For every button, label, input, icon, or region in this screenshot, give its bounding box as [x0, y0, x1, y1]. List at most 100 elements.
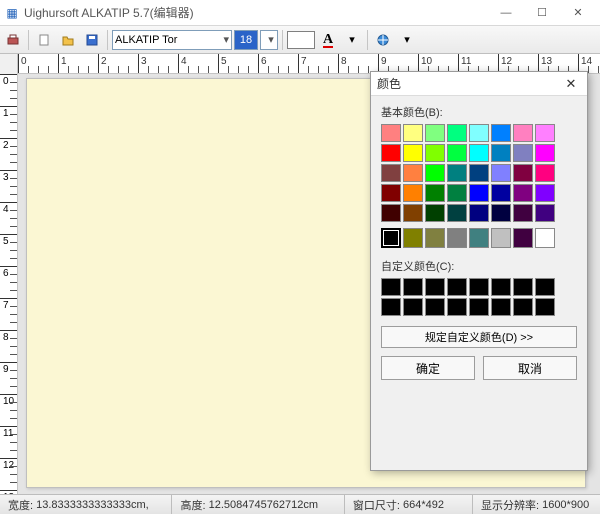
- color-swatch[interactable]: [513, 124, 533, 142]
- language-dropdown[interactable]: ▾: [396, 29, 418, 51]
- status-height-label: 高度:: [180, 497, 205, 513]
- custom-color-swatch[interactable]: [469, 298, 489, 316]
- color-swatch[interactable]: [425, 164, 445, 182]
- color-swatch[interactable]: [491, 228, 511, 248]
- color-swatch[interactable]: [381, 124, 401, 142]
- color-swatch[interactable]: [403, 204, 423, 222]
- color-swatch[interactable]: [381, 228, 401, 248]
- custom-color-swatch[interactable]: [381, 298, 401, 316]
- color-swatch[interactable]: [513, 204, 533, 222]
- minimize-button[interactable]: —: [488, 0, 524, 26]
- color-dialog: 颜色 ✕ 基本颜色(B): 自定义颜色(C): 规定自定义颜色(D) >> 确定…: [370, 71, 588, 471]
- color-swatch[interactable]: [403, 124, 423, 142]
- color-swatch[interactable]: [535, 164, 555, 182]
- font-name-value: ALKATIP Tor: [115, 34, 177, 46]
- status-res-label: 显示分辨率:: [481, 497, 539, 513]
- text-color-swatch[interactable]: [287, 31, 315, 49]
- color-swatch[interactable]: [491, 144, 511, 162]
- custom-color-swatch[interactable]: [403, 278, 423, 296]
- status-res-value: 1600*900: [542, 499, 589, 511]
- basic-colors-label: 基本颜色(B):: [381, 104, 577, 120]
- color-swatch[interactable]: [381, 144, 401, 162]
- color-swatch[interactable]: [447, 204, 467, 222]
- ok-button[interactable]: 确定: [381, 356, 475, 380]
- cancel-button[interactable]: 取消: [483, 356, 577, 380]
- color-swatch[interactable]: [513, 228, 533, 248]
- print-button[interactable]: [2, 29, 24, 51]
- color-swatch[interactable]: [425, 124, 445, 142]
- color-swatch[interactable]: [447, 184, 467, 202]
- custom-color-swatch[interactable]: [447, 298, 467, 316]
- custom-color-swatch[interactable]: [425, 278, 445, 296]
- custom-color-swatch[interactable]: [535, 278, 555, 296]
- color-swatch[interactable]: [513, 144, 533, 162]
- close-button[interactable]: ✕: [560, 0, 596, 26]
- define-custom-color-button[interactable]: 规定自定义颜色(D) >>: [381, 326, 577, 348]
- color-swatch[interactable]: [535, 228, 555, 248]
- color-swatch[interactable]: [535, 124, 555, 142]
- statusbar: 宽度: 13.8333333333333cm, 高度: 12.508474576…: [0, 494, 600, 514]
- font-size-dropdown[interactable]: ▾: [260, 30, 278, 50]
- color-swatch[interactable]: [469, 204, 489, 222]
- color-swatch[interactable]: [381, 204, 401, 222]
- color-swatch[interactable]: [447, 124, 467, 142]
- color-swatch[interactable]: [447, 144, 467, 162]
- custom-color-swatch[interactable]: [513, 298, 533, 316]
- color-swatch[interactable]: [469, 184, 489, 202]
- color-swatch[interactable]: [491, 164, 511, 182]
- custom-colors-grid: [381, 278, 577, 316]
- color-swatch[interactable]: [535, 184, 555, 202]
- color-swatch[interactable]: [403, 228, 423, 248]
- status-height-value: 12.5084745762712cm: [209, 499, 318, 511]
- color-swatch[interactable]: [381, 164, 401, 182]
- custom-color-swatch[interactable]: [425, 298, 445, 316]
- fill-dropdown[interactable]: ▾: [341, 29, 363, 51]
- custom-color-swatch[interactable]: [535, 298, 555, 316]
- color-swatch[interactable]: [447, 228, 467, 248]
- text-color-button[interactable]: A: [317, 29, 339, 51]
- color-swatch[interactable]: [403, 164, 423, 182]
- save-button[interactable]: [81, 29, 103, 51]
- color-dialog-titlebar[interactable]: 颜色 ✕: [371, 72, 587, 96]
- color-swatch[interactable]: [403, 184, 423, 202]
- color-swatch[interactable]: [469, 228, 489, 248]
- color-swatch[interactable]: [513, 164, 533, 182]
- app-icon: ▦: [4, 5, 20, 21]
- color-swatch[interactable]: [425, 144, 445, 162]
- color-swatch[interactable]: [447, 164, 467, 182]
- color-dialog-title: 颜色: [377, 75, 561, 92]
- new-button[interactable]: [33, 29, 55, 51]
- color-swatch[interactable]: [513, 184, 533, 202]
- color-swatch[interactable]: [535, 144, 555, 162]
- custom-color-swatch[interactable]: [447, 278, 467, 296]
- maximize-button[interactable]: ☐: [524, 0, 560, 26]
- color-swatch[interactable]: [469, 164, 489, 182]
- close-icon[interactable]: ✕: [561, 76, 581, 92]
- custom-color-swatch[interactable]: [491, 298, 511, 316]
- color-swatch[interactable]: [491, 204, 511, 222]
- color-swatch[interactable]: [425, 184, 445, 202]
- titlebar: ▦ Uighursoft ALKATIP 5.7(编辑器) — ☐ ✕: [0, 0, 600, 26]
- font-color-icon: A: [323, 32, 333, 48]
- custom-color-swatch[interactable]: [381, 278, 401, 296]
- color-swatch[interactable]: [381, 184, 401, 202]
- open-button[interactable]: [57, 29, 79, 51]
- font-name-select[interactable]: ALKATIP Tor ▾: [112, 30, 232, 50]
- separator: [367, 30, 368, 50]
- language-button[interactable]: [372, 29, 394, 51]
- color-swatch[interactable]: [425, 204, 445, 222]
- color-swatch[interactable]: [491, 184, 511, 202]
- font-size-field[interactable]: 18: [234, 30, 258, 50]
- custom-color-swatch[interactable]: [491, 278, 511, 296]
- color-swatch[interactable]: [535, 204, 555, 222]
- chevron-down-icon: ▾: [268, 33, 274, 46]
- custom-color-swatch[interactable]: [469, 278, 489, 296]
- color-swatch[interactable]: [469, 144, 489, 162]
- separator: [282, 30, 283, 50]
- color-swatch[interactable]: [403, 144, 423, 162]
- custom-color-swatch[interactable]: [513, 278, 533, 296]
- color-swatch[interactable]: [469, 124, 489, 142]
- color-swatch[interactable]: [425, 228, 445, 248]
- color-swatch[interactable]: [491, 124, 511, 142]
- custom-color-swatch[interactable]: [403, 298, 423, 316]
